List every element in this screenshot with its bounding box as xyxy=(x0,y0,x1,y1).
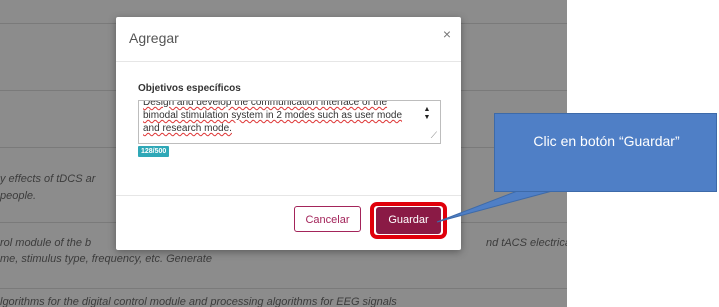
background-row-text: y effects of tDCS ar xyxy=(0,173,96,185)
divider xyxy=(0,288,567,289)
dialog-header: Agregar × xyxy=(116,17,461,62)
scroll-arrows-icon[interactable]: ▲ ▼ xyxy=(423,106,431,122)
character-counter-badge: 128/500 xyxy=(138,146,170,157)
background-row-text: nd tACS electrica xyxy=(486,237,567,249)
textarea-value: Design and develop the communication int… xyxy=(143,100,403,134)
cancel-button[interactable]: Cancelar xyxy=(294,206,361,232)
background-row-text: me, stimulus type, frequency, etc. Gener… xyxy=(0,253,212,265)
dialog-title: Agregar xyxy=(129,30,179,46)
resize-handle-icon[interactable]: ⟋ xyxy=(431,130,437,141)
save-button[interactable]: Guardar xyxy=(376,207,441,234)
background-row-text: rol module of the b xyxy=(0,237,92,249)
field-label: Objetivos específicos xyxy=(138,83,241,94)
callout-text: Clic en botón “Guardar” xyxy=(533,133,680,149)
background-row-text: lgorithms for the digital control module… xyxy=(0,296,397,307)
background-row-text: people. xyxy=(0,190,37,202)
objectives-textarea[interactable]: Design and develop the communication int… xyxy=(138,100,441,144)
close-icon[interactable]: × xyxy=(443,27,451,41)
dialog-footer-divider xyxy=(116,195,461,196)
instruction-callout: Clic en botón “Guardar” xyxy=(494,113,717,192)
